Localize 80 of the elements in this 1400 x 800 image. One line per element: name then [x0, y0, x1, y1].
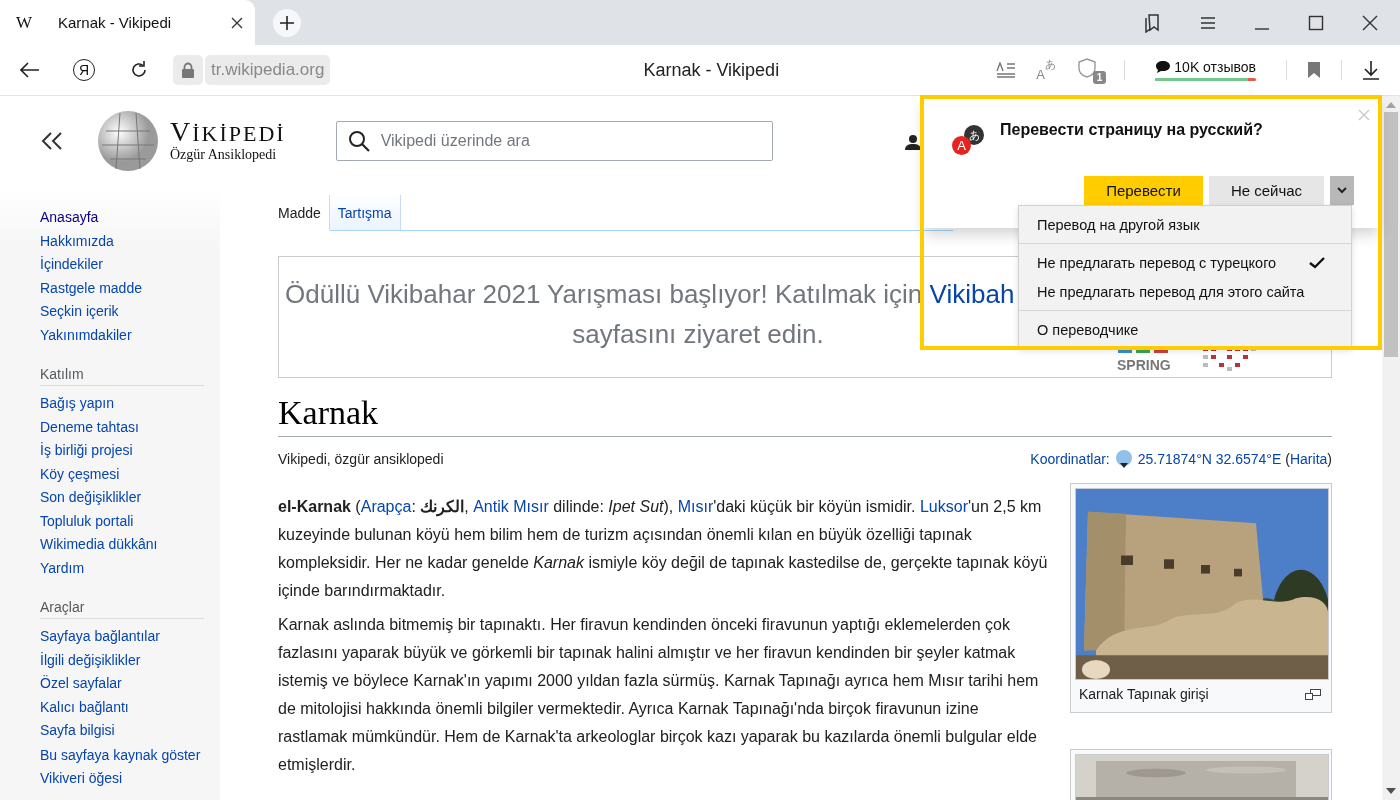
sidebar-link[interactable]: Yakınımdakiler — [40, 323, 204, 347]
globe-logo-icon[interactable] — [96, 109, 160, 173]
sidebar-link[interactable]: Deneme tahtası — [40, 415, 204, 439]
sidebar-link[interactable]: İlgili değişiklikler — [40, 648, 204, 672]
map-link[interactable]: Harita — [1289, 451, 1328, 467]
sidebar-link[interactable]: Bağış yapın — [40, 392, 204, 416]
sidebar-link[interactable]: Wikimedia dükkânı — [40, 533, 204, 557]
article-link[interactable]: Arapça — [360, 498, 412, 515]
sidebar-link[interactable]: Kalıcı bağlantı — [40, 695, 204, 719]
logo-text: SPRING — [1117, 357, 1171, 373]
sidebar-link[interactable]: Vikiveri öğesi — [40, 766, 204, 790]
banner-text: sayfasını ziyaret edin. — [572, 319, 824, 349]
plus-icon — [280, 15, 294, 30]
tab-title: Karnak - Vikipedi — [58, 14, 173, 31]
collapse-icon[interactable] — [40, 131, 64, 151]
article-paragraph: Karnak aslında bitmemiş bir tapınaktı. Her firavun kendinden önceki firavunun yaptığı eklemelerden çok fazlasını yaparak büyük ve görkemli bir tapınak halini almıştır ve her firavun kendinden bir şeyler katmak istemiş ve böylece Karnak'ın yapımı 2000 yıldan fazla sürmüş. Karnak Tapınağı ayrıca hem Mısır tarihi hem de mitolojisi hakkında önemli bilgiler vermektedir. Ayrıca Karnak Tapınağı'nda birçok firavunun izine rastlamak mümkündür. Hem de Karnak'ta arkeologlar birçok kazı yaparak bu kazılarda önemli bulgular elde etmişlerdir. — [278, 615, 1040, 775]
article-link[interactable]: Luksor — [919, 498, 968, 515]
sidebar-link[interactable]: Yardım — [40, 556, 204, 580]
banner-link[interactable]: Vikibah — [929, 279, 1015, 309]
scroll-down-icon[interactable] — [1386, 788, 1396, 794]
speech-bubble-icon — [1155, 60, 1172, 74]
back-icon[interactable] — [20, 62, 40, 78]
article-subtitle: Vikipedi, özgür ansiklopedi — [278, 451, 444, 467]
options-dropdown-button[interactable] — [1330, 176, 1354, 205]
sidebar-link[interactable]: Bu sayfaya kaynak göster — [40, 742, 204, 767]
sidebar-heading: Katılım — [40, 366, 204, 386]
sidebar-link[interactable]: Seçkin içerik — [40, 300, 204, 324]
reload-icon[interactable] — [129, 60, 149, 80]
sidebar-link[interactable]: Hakkımızda — [40, 229, 204, 253]
search-icon — [347, 130, 370, 152]
sidebar-link[interactable]: Sayfaya bağlantılar — [40, 625, 204, 649]
bookmark-icon[interactable] — [1307, 61, 1321, 79]
not-now-button[interactable]: Не сейчас — [1209, 176, 1324, 205]
article-link[interactable]: Antik Mısır — [473, 498, 549, 515]
reader-mode-icon[interactable] — [996, 62, 1017, 78]
menu-item[interactable]: Не предлагать перевод с турецкого — [1019, 248, 1351, 277]
wiki-wordmark[interactable]: VİKİPEDİ — [170, 119, 286, 147]
reviews-button[interactable]: 10K отзывов — [1153, 59, 1258, 81]
sidebar-link[interactable]: Köy çeşmesi — [40, 462, 204, 486]
coordinates-link[interactable]: 25.71874°N 32.6574°E — [1137, 451, 1282, 467]
sidebar-link[interactable]: Son değişiklikler — [40, 486, 204, 510]
menu-item[interactable]: Перевод на другой язык — [1019, 210, 1351, 239]
sidebar-heading: Araçlar — [40, 599, 204, 619]
article-title: Karnak — [278, 394, 1332, 437]
sidebar-link[interactable]: Topluluk portali — [40, 509, 204, 533]
search-field[interactable]: Vikipedi üzerinde ara — [335, 121, 773, 161]
sidebar-link[interactable]: Sayfa bilgisi — [40, 719, 204, 743]
close-icon[interactable] — [1362, 14, 1378, 31]
sidebar-link[interactable]: Özel sayfalar — [40, 672, 204, 696]
enlarge-icon[interactable] — [1305, 688, 1321, 700]
popup-title: Перевести страницу на русский? — [1000, 121, 1263, 139]
sidebar-link[interactable]: Rastgele madde — [40, 276, 204, 300]
download-icon[interactable] — [1362, 60, 1380, 80]
chevron-down-icon — [1337, 187, 1347, 194]
collections-icon[interactable] — [1142, 12, 1162, 33]
article-link[interactable]: Mısır — [677, 498, 714, 515]
menu-item[interactable]: Не предлагать перевод для этого сайта — [1019, 277, 1351, 306]
sidebar-link[interactable]: Anasayfa — [40, 206, 204, 230]
wiki-tagline: Özgür Ansiklopedi — [170, 147, 278, 163]
sidebar-link[interactable]: İçindekiler — [40, 253, 204, 277]
close-tab-icon[interactable] — [231, 16, 243, 29]
page-tab[interactable]: Tartışma — [329, 195, 401, 231]
banner-text: Ödüllü Vikibahar 2021 Yarışması başlıyor! Katılmak için — [285, 279, 924, 309]
scrollbar[interactable] — [1382, 96, 1400, 800]
lock-icon[interactable] — [173, 55, 203, 85]
menu-icon[interactable] — [1200, 16, 1216, 29]
coordinates-label[interactable]: Koordinatlar: — [1030, 451, 1110, 467]
menu-item[interactable]: О переводчике — [1019, 315, 1351, 344]
browser-tab[interactable]: W Karnak - Vikipedi — [0, 0, 255, 45]
image-caption: Karnak Tapınak girişi — [1079, 686, 1209, 702]
map-link-group: (Harita) — [1285, 451, 1332, 467]
translate-button[interactable]: Перевести — [1084, 176, 1203, 205]
page-title: Karnak - Vikipedi — [643, 59, 780, 81]
sidebar-link[interactable]: İş birliği projesi — [40, 439, 204, 463]
maximize-icon[interactable] — [1308, 14, 1324, 31]
user-icon[interactable] — [905, 134, 921, 150]
new-tab-button[interactable] — [273, 8, 301, 37]
favicon-icon: W — [16, 12, 32, 33]
translate-icon[interactable]: A あ — [1036, 60, 1059, 80]
globe-icon[interactable] — [1113, 449, 1134, 469]
